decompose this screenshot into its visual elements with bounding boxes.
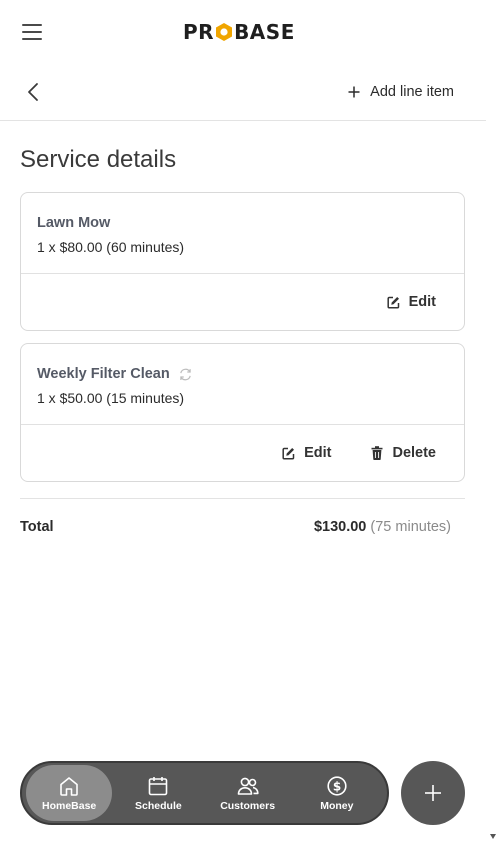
- total-duration: (75 minutes): [370, 519, 451, 535]
- add-line-item-button[interactable]: Add line item: [348, 80, 454, 104]
- edit-button[interactable]: Edit: [282, 445, 331, 461]
- line-item-name: Lawn Mow: [37, 215, 448, 231]
- scroll-down-arrow-icon[interactable]: [490, 834, 496, 839]
- edit-icon: [282, 447, 295, 460]
- line-item-name: Weekly Filter Clean: [37, 366, 448, 382]
- add-line-item-label: Add line item: [370, 84, 454, 100]
- delete-label: Delete: [392, 445, 436, 461]
- calendar-icon: [149, 776, 168, 795]
- nav-item-homebase[interactable]: HomeBase: [26, 765, 113, 821]
- delete-button[interactable]: Delete: [371, 445, 436, 461]
- menu-icon[interactable]: [22, 24, 42, 40]
- line-item-info: Lawn Mow 1 x $80.00 (60 minutes): [21, 193, 464, 274]
- nav-item-customers[interactable]: Customers: [205, 765, 291, 821]
- chevron-left-icon: [28, 83, 38, 101]
- nav-item-money[interactable]: $ Money: [294, 765, 380, 821]
- line-item-detail: 1 x $50.00 (15 minutes): [37, 390, 185, 406]
- line-item-detail: 1 x $80.00 (60 minutes): [37, 239, 185, 255]
- total-amount: $130.00: [313, 519, 367, 535]
- logo-hex-icon: [215, 22, 233, 42]
- total-label: Total: [20, 519, 54, 535]
- logo-text-start: PR: [183, 20, 215, 44]
- nav-label: HomeBase: [41, 799, 97, 812]
- total-value: $130.00 (75 minutes): [314, 519, 451, 535]
- plus-icon: [425, 785, 441, 801]
- bottom-nav: HomeBase Schedule Customers $ Money: [20, 761, 389, 825]
- edit-label: Edit: [304, 445, 332, 461]
- line-item-info: Weekly Filter Clean 1 x $50.00 (15 minut…: [21, 344, 464, 425]
- recurring-icon: [179, 368, 191, 380]
- plus-icon: [348, 86, 360, 98]
- page-title: Service details: [20, 146, 177, 173]
- logo-text-end: BASE: [234, 20, 295, 44]
- back-button[interactable]: [20, 78, 46, 106]
- add-fab-button[interactable]: [401, 761, 465, 825]
- nav-label: Money: [320, 799, 354, 812]
- line-item-card: Lawn Mow 1 x $80.00 (60 minutes) Edit: [20, 192, 465, 331]
- nav-label: Customers: [220, 799, 276, 812]
- home-icon: [60, 776, 78, 796]
- edit-icon: [387, 296, 399, 309]
- nav-label: Schedule: [135, 799, 182, 812]
- users-icon: [237, 777, 259, 795]
- nav-item-schedule[interactable]: Schedule: [115, 765, 201, 821]
- total-divider: [20, 498, 465, 499]
- top-bar: PR BASE: [0, 0, 486, 62]
- trash-icon: [371, 446, 383, 460]
- probase-logo: PR BASE: [183, 20, 295, 44]
- line-item-actions: Edit: [21, 274, 464, 330]
- edit-label: Edit: [408, 294, 436, 310]
- page-scrollbar[interactable]: [486, 0, 500, 845]
- dollar-icon: $: [327, 775, 347, 796]
- edit-button[interactable]: Edit: [387, 294, 436, 310]
- line-item-name-text: Lawn Mow: [37, 215, 111, 231]
- svg-text:$: $: [333, 779, 341, 793]
- app-page: PR BASE Add line item Service details La…: [0, 0, 486, 845]
- sub-header: Add line item: [0, 62, 486, 121]
- line-item-card: Weekly Filter Clean 1 x $50.00 (15 minut…: [20, 343, 465, 482]
- line-item-actions: Edit Delete: [21, 425, 464, 481]
- line-item-name-text: Weekly Filter Clean: [37, 366, 170, 382]
